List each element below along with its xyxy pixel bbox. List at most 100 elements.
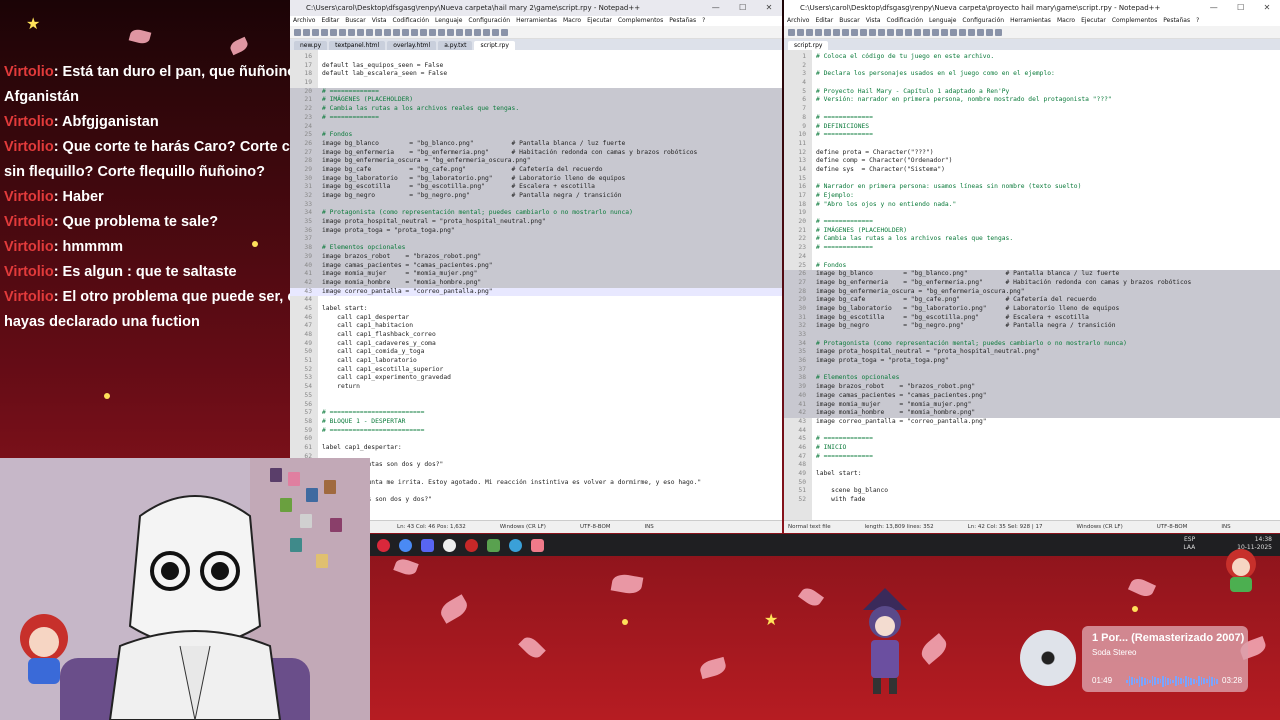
toolbar-button-icon[interactable] bbox=[483, 28, 490, 36]
toolbar-button-icon[interactable] bbox=[366, 28, 373, 36]
toolbar-button-icon[interactable] bbox=[321, 28, 328, 36]
toolbar-button-icon[interactable] bbox=[941, 28, 948, 36]
toolbar-button-icon[interactable] bbox=[312, 28, 319, 36]
toolbar-button-icon[interactable] bbox=[824, 28, 831, 36]
chrome-icon[interactable] bbox=[399, 538, 412, 552]
toolbar-button-icon[interactable] bbox=[851, 28, 858, 36]
toolbar-button-icon[interactable] bbox=[330, 28, 337, 36]
menu-item[interactable]: Archivo bbox=[787, 17, 809, 24]
toolbar-button-icon[interactable] bbox=[447, 28, 454, 36]
menu-item[interactable]: Herramientas bbox=[516, 17, 557, 24]
toolbar-button-icon[interactable] bbox=[896, 28, 903, 36]
menu-item[interactable]: Editar bbox=[321, 17, 339, 24]
menu-item[interactable]: Lenguaje bbox=[435, 17, 462, 24]
toolbar-button-icon[interactable] bbox=[429, 28, 436, 36]
menu-item[interactable]: Macro bbox=[563, 17, 581, 24]
toolbar-button-icon[interactable] bbox=[806, 28, 813, 36]
menu-item[interactable]: ? bbox=[1196, 17, 1199, 24]
toolbar-button-icon[interactable] bbox=[977, 28, 984, 36]
toolbar-button-icon[interactable] bbox=[501, 28, 508, 36]
maximize-icon[interactable]: ☐ bbox=[739, 0, 746, 16]
menu-item[interactable]: Codificación bbox=[887, 17, 924, 24]
editor-tab[interactable]: script.rpy bbox=[474, 41, 515, 50]
maximize-icon[interactable]: ☐ bbox=[1237, 0, 1244, 16]
refresh-app-icon[interactable] bbox=[509, 538, 522, 552]
toolbar-button-icon[interactable] bbox=[833, 28, 840, 36]
minimize-icon[interactable]: — bbox=[1210, 0, 1218, 16]
menu-item[interactable]: Configuración bbox=[962, 17, 1004, 24]
menu-item[interactable]: Ejecutar bbox=[1081, 17, 1106, 24]
editor-tab[interactable]: overlay.html bbox=[387, 41, 437, 50]
code-editor[interactable]: 16 17 default las_equipos_seen = False 18 de… bbox=[290, 50, 782, 521]
menu-item[interactable]: Vista bbox=[866, 17, 881, 24]
toolbar-button-icon[interactable] bbox=[905, 28, 912, 36]
menu-item[interactable]: Macro bbox=[1057, 17, 1075, 24]
menu-item[interactable]: Buscar bbox=[839, 17, 860, 24]
toolbar-button-icon[interactable] bbox=[860, 28, 867, 36]
tray-language[interactable]: ESP LAA bbox=[1183, 536, 1195, 552]
menu-item[interactable]: Editar bbox=[815, 17, 833, 24]
toolbar-button-icon[interactable] bbox=[887, 28, 894, 36]
toolbar-button-icon[interactable] bbox=[375, 28, 382, 36]
toolbar-button-icon[interactable] bbox=[384, 28, 391, 36]
toolbar-button-icon[interactable] bbox=[932, 28, 939, 36]
toolbar-button-icon[interactable] bbox=[869, 28, 876, 36]
toolbar-button-icon[interactable] bbox=[402, 28, 409, 36]
toolbar-button-icon[interactable] bbox=[968, 28, 975, 36]
toolbar-button-icon[interactable] bbox=[797, 28, 804, 36]
toolbar-button-icon[interactable] bbox=[456, 28, 463, 36]
toolbar-button-icon[interactable] bbox=[411, 28, 418, 36]
toolbar-button-icon[interactable] bbox=[393, 28, 400, 36]
menu-item[interactable]: Pestañas bbox=[1163, 17, 1190, 24]
notepadpp-window-right[interactable]: C:\Users\carol\Desktop\dfsgasg\renpy\Nue… bbox=[784, 0, 1280, 533]
menu-item[interactable]: ? bbox=[702, 17, 705, 24]
toolbar-button-icon[interactable] bbox=[438, 28, 445, 36]
toolbar-button-icon[interactable] bbox=[995, 28, 1002, 36]
toolbar-button-icon[interactable] bbox=[420, 28, 427, 36]
toolbar-button-icon[interactable] bbox=[914, 28, 921, 36]
window-titlebar[interactable]: C:\Users\carol\Desktop\dfsgasg\renpy\Nue… bbox=[290, 0, 782, 16]
menu-item[interactable]: Herramientas bbox=[1010, 17, 1051, 24]
editor-tab[interactable]: a.py.txt bbox=[438, 41, 473, 50]
code-editor[interactable]: 1 # Coloca el código de tu juego en este … bbox=[784, 50, 1280, 521]
toolbar-button-icon[interactable] bbox=[986, 28, 993, 36]
toolbar-button-icon[interactable] bbox=[294, 28, 301, 36]
toolbar-button-icon[interactable] bbox=[923, 28, 930, 36]
menu-item[interactable]: Buscar bbox=[345, 17, 366, 24]
menu-item[interactable]: Archivo bbox=[293, 17, 315, 24]
editor-tab[interactable]: script.rpy bbox=[788, 41, 829, 50]
menu-item[interactable]: Codificación bbox=[393, 17, 430, 24]
toolbar-button-icon[interactable] bbox=[492, 28, 499, 36]
tray-time[interactable]: 14:38 bbox=[1255, 536, 1272, 543]
toolbar-button-icon[interactable] bbox=[465, 28, 472, 36]
toolbar-button-icon[interactable] bbox=[348, 28, 355, 36]
menu-item[interactable]: Complementos bbox=[618, 17, 663, 24]
menu-item[interactable]: Complementos bbox=[1112, 17, 1157, 24]
menu-item[interactable]: Configuración bbox=[468, 17, 510, 24]
app-icon-pink[interactable] bbox=[531, 538, 544, 552]
menu-item[interactable]: Lenguaje bbox=[929, 17, 956, 24]
record-icon[interactable] bbox=[465, 538, 478, 552]
app-icon-red[interactable] bbox=[377, 538, 390, 552]
app-icon-green[interactable] bbox=[487, 538, 500, 552]
toolbar-button-icon[interactable] bbox=[303, 28, 310, 36]
toolbar-button-icon[interactable] bbox=[842, 28, 849, 36]
toolbar-button-icon[interactable] bbox=[339, 28, 346, 36]
editor-tab[interactable]: new.py bbox=[294, 41, 328, 50]
toolbar-button-icon[interactable] bbox=[474, 28, 481, 36]
minimize-icon[interactable]: — bbox=[712, 0, 720, 16]
window-titlebar[interactable]: C:\Users\carol\Desktop\dfsgasg\renpy\Nue… bbox=[784, 0, 1280, 16]
obs-icon[interactable] bbox=[443, 538, 456, 552]
discord-icon[interactable] bbox=[421, 538, 434, 552]
close-icon[interactable]: ✕ bbox=[1264, 0, 1271, 16]
toolbar-button-icon[interactable] bbox=[357, 28, 364, 36]
menu-item[interactable]: Vista bbox=[372, 17, 387, 24]
toolbar-button-icon[interactable] bbox=[950, 28, 957, 36]
menu-item[interactable]: Ejecutar bbox=[587, 17, 612, 24]
menu-item[interactable]: Pestañas bbox=[669, 17, 696, 24]
toolbar-button-icon[interactable] bbox=[788, 28, 795, 36]
notepadpp-window-left[interactable]: C:\Users\carol\Desktop\dfsgasg\renpy\Nue… bbox=[290, 0, 782, 533]
editor-tab[interactable]: textpanel.html bbox=[329, 41, 386, 50]
close-icon[interactable]: ✕ bbox=[766, 0, 773, 16]
toolbar-button-icon[interactable] bbox=[878, 28, 885, 36]
